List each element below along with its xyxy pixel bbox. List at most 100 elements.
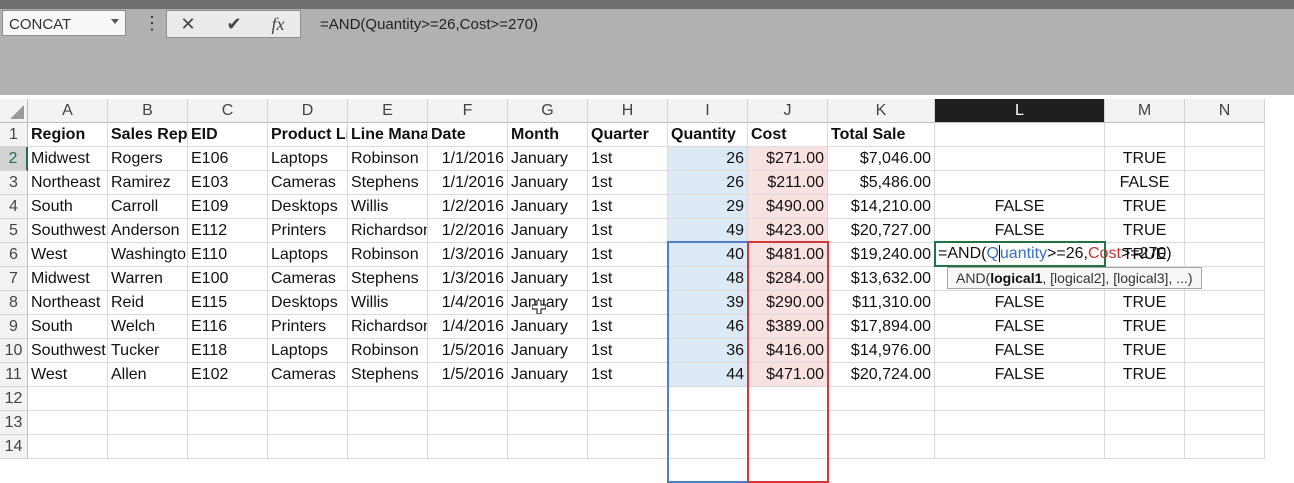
cell-h14[interactable]: [588, 435, 668, 459]
cell-l8[interactable]: FALSE: [935, 291, 1105, 315]
cell-f8[interactable]: 1/4/2016: [428, 291, 508, 315]
cell-a11[interactable]: West: [28, 363, 108, 387]
cell-n11[interactable]: [1185, 363, 1265, 387]
cell-i3[interactable]: 26: [668, 171, 748, 195]
cell-b14[interactable]: [108, 435, 188, 459]
cell-e7[interactable]: Stephens: [348, 267, 428, 291]
column-header-e[interactable]: E: [348, 99, 428, 123]
cell-a13[interactable]: [28, 411, 108, 435]
cell-f10[interactable]: 1/5/2016: [428, 339, 508, 363]
column-header-l[interactable]: L: [935, 99, 1105, 123]
cell-k14[interactable]: [828, 435, 935, 459]
column-header-g[interactable]: G: [508, 99, 588, 123]
cell-e1[interactable]: Line Mana: [348, 123, 428, 147]
cell-i2[interactable]: 26: [668, 147, 748, 171]
cell-m8[interactable]: TRUE: [1105, 291, 1185, 315]
cell-f3[interactable]: 1/1/2016: [428, 171, 508, 195]
cell-i8[interactable]: 39: [668, 291, 748, 315]
column-header-b[interactable]: B: [108, 99, 188, 123]
cell-d10[interactable]: Laptops: [268, 339, 348, 363]
column-header-d[interactable]: D: [268, 99, 348, 123]
worksheet-grid[interactable]: ABCDEFGHIJKLMN 1 2 3 4 5 6 7 8 9 10 11 12 13 14 Regio…: [0, 95, 1294, 483]
cell-h3[interactable]: 1st: [588, 171, 668, 195]
cell-m1[interactable]: [1105, 123, 1185, 147]
cell-i1[interactable]: Quantity: [668, 123, 748, 147]
cell-n12[interactable]: [1185, 387, 1265, 411]
formula-bar[interactable]: =AND(Quantity>=26,Cost>=270): [306, 10, 1294, 86]
cell-c6[interactable]: E110: [188, 243, 268, 267]
cell-n4[interactable]: [1185, 195, 1265, 219]
more-options-icon[interactable]: ⋮: [143, 11, 161, 35]
cell-e13[interactable]: [348, 411, 428, 435]
cell-m3[interactable]: FALSE: [1105, 171, 1185, 195]
cell-e12[interactable]: [348, 387, 428, 411]
cell-b11[interactable]: Allen: [108, 363, 188, 387]
column-header-h[interactable]: H: [588, 99, 668, 123]
cell-b4[interactable]: Carroll: [108, 195, 188, 219]
cell-l2[interactable]: [935, 147, 1105, 171]
cell-e10[interactable]: Robinson: [348, 339, 428, 363]
cell-i12[interactable]: [668, 387, 748, 411]
cell-e2[interactable]: Robinson: [348, 147, 428, 171]
cell-g11[interactable]: January: [508, 363, 588, 387]
cell-b13[interactable]: [108, 411, 188, 435]
cell-n3[interactable]: [1185, 171, 1265, 195]
cell-i14[interactable]: [668, 435, 748, 459]
cell-a5[interactable]: Southwest: [28, 219, 108, 243]
cell-a3[interactable]: Northeast: [28, 171, 108, 195]
cell-g7[interactable]: January: [508, 267, 588, 291]
cell-c13[interactable]: [188, 411, 268, 435]
cell-d3[interactable]: Cameras: [268, 171, 348, 195]
cell-j11[interactable]: $471.00: [748, 363, 828, 387]
cell-n8[interactable]: [1185, 291, 1265, 315]
cell-b2[interactable]: Rogers: [108, 147, 188, 171]
cell-a2[interactable]: Midwest: [28, 147, 108, 171]
cell-e11[interactable]: Stephens: [348, 363, 428, 387]
cell-k13[interactable]: [828, 411, 935, 435]
row-header-2[interactable]: 2: [0, 147, 28, 171]
chevron-down-icon[interactable]: [111, 19, 119, 24]
cell-e5[interactable]: Richardson: [348, 219, 428, 243]
cell-d7[interactable]: Cameras: [268, 267, 348, 291]
cell-m5[interactable]: TRUE: [1105, 219, 1185, 243]
cell-l11[interactable]: FALSE: [935, 363, 1105, 387]
cell-g1[interactable]: Month: [508, 123, 588, 147]
cell-c12[interactable]: [188, 387, 268, 411]
cell-f5[interactable]: 1/2/2016: [428, 219, 508, 243]
cell-l10[interactable]: FALSE: [935, 339, 1105, 363]
cell-j10[interactable]: $416.00: [748, 339, 828, 363]
cell-g12[interactable]: [508, 387, 588, 411]
cell-j13[interactable]: [748, 411, 828, 435]
cell-j12[interactable]: [748, 387, 828, 411]
cell-g8[interactable]: January: [508, 291, 588, 315]
cell-k2[interactable]: $7,046.00: [828, 147, 935, 171]
row-header-11[interactable]: 11: [0, 363, 28, 387]
cell-e6[interactable]: Robinson: [348, 243, 428, 267]
row-header-14[interactable]: 14: [0, 435, 28, 459]
cell-j7[interactable]: $284.00: [748, 267, 828, 291]
select-all-corner[interactable]: [0, 99, 28, 123]
name-box[interactable]: CONCAT: [2, 10, 126, 36]
cell-d2[interactable]: Laptops: [268, 147, 348, 171]
insert-function-icon[interactable]: fx: [263, 13, 293, 35]
cell-a8[interactable]: Northeast: [28, 291, 108, 315]
cell-l4[interactable]: FALSE: [935, 195, 1105, 219]
cell-d9[interactable]: Printers: [268, 315, 348, 339]
cell-n10[interactable]: [1185, 339, 1265, 363]
cell-d13[interactable]: [268, 411, 348, 435]
cell-f14[interactable]: [428, 435, 508, 459]
cell-b5[interactable]: Anderson: [108, 219, 188, 243]
cell-d14[interactable]: [268, 435, 348, 459]
cell-g10[interactable]: January: [508, 339, 588, 363]
cell-k5[interactable]: $20,727.00: [828, 219, 935, 243]
cell-k6[interactable]: $19,240.00: [828, 243, 935, 267]
cell-j14[interactable]: [748, 435, 828, 459]
cell-f6[interactable]: 1/3/2016: [428, 243, 508, 267]
cell-a9[interactable]: South: [28, 315, 108, 339]
cell-i4[interactable]: 29: [668, 195, 748, 219]
cell-d11[interactable]: Cameras: [268, 363, 348, 387]
cell-f13[interactable]: [428, 411, 508, 435]
column-header-m[interactable]: M: [1105, 99, 1185, 123]
cell-h1[interactable]: Quarter: [588, 123, 668, 147]
cell-h2[interactable]: 1st: [588, 147, 668, 171]
